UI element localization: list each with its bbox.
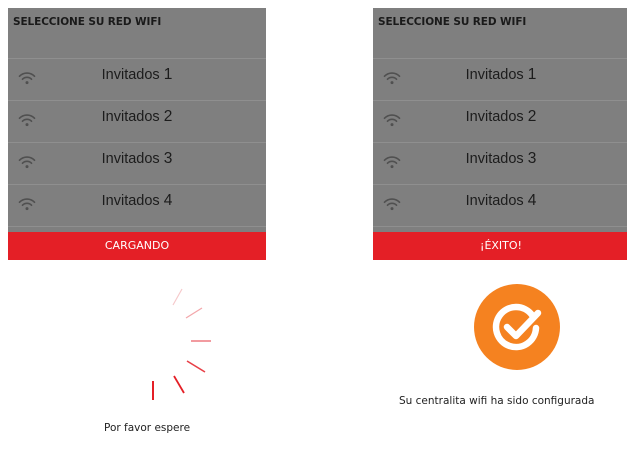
network-name: Invitados <box>101 151 164 167</box>
wifi-network-item-1[interactable]: Invitados 1 <box>8 59 266 101</box>
wifi-network-item-3[interactable]: Invitados 3 <box>373 143 627 185</box>
wifi-network-item-2[interactable]: Invitados 2 <box>373 101 627 143</box>
success-screen: SELECCIONE SU RED WIFI Invitados 1 Invit… <box>373 8 627 260</box>
wifi-network-list-overlay: SELECCIONE SU RED WIFI Invitados 1 Invit… <box>8 8 266 232</box>
wifi-network-list-overlay: SELECCIONE SU RED WIFI Invitados 1 Invit… <box>373 8 627 232</box>
screen-title: SELECCIONE SU RED WIFI <box>13 16 162 28</box>
success-message-text: Su centralita wifi ha sido configurada <box>399 395 595 407</box>
network-name: Invitados <box>465 67 528 83</box>
network-number: 4 <box>527 192 537 209</box>
header-divider <box>8 36 266 59</box>
status-bar-loading: CARGANDO <box>8 232 266 260</box>
loading-spinner-icon <box>152 288 211 400</box>
please-wait-text: Por favor espere <box>104 422 191 434</box>
header-divider <box>373 36 627 59</box>
screen-title: SELECCIONE SU RED WIFI <box>378 16 527 28</box>
network-number: 3 <box>527 150 537 167</box>
network-name: Invitados <box>465 109 528 125</box>
network-number: 1 <box>527 66 537 83</box>
network-number: 2 <box>527 108 537 125</box>
network-name: Invitados <box>465 193 528 209</box>
wifi-network-item-4[interactable]: Invitados 4 <box>8 185 266 227</box>
wifi-network-item-2[interactable]: Invitados 2 <box>8 101 266 143</box>
wifi-network-item-4[interactable]: Invitados 4 <box>373 185 627 227</box>
check-circle-icon <box>474 284 560 370</box>
wifi-network-item-1[interactable]: Invitados 1 <box>373 59 627 101</box>
status-bar-success: ¡ÉXITO! <box>373 232 627 260</box>
network-number: 1 <box>163 66 173 83</box>
network-number: 3 <box>163 150 173 167</box>
network-number: 2 <box>163 108 173 125</box>
network-name: Invitados <box>101 193 164 209</box>
network-number: 4 <box>163 192 173 209</box>
network-name: Invitados <box>465 151 528 167</box>
wifi-network-item-3[interactable]: Invitados 3 <box>8 143 266 185</box>
network-name: Invitados <box>101 67 164 83</box>
network-name: Invitados <box>101 109 164 125</box>
loading-screen: SELECCIONE SU RED WIFI Invitados 1 Invit… <box>8 8 266 260</box>
